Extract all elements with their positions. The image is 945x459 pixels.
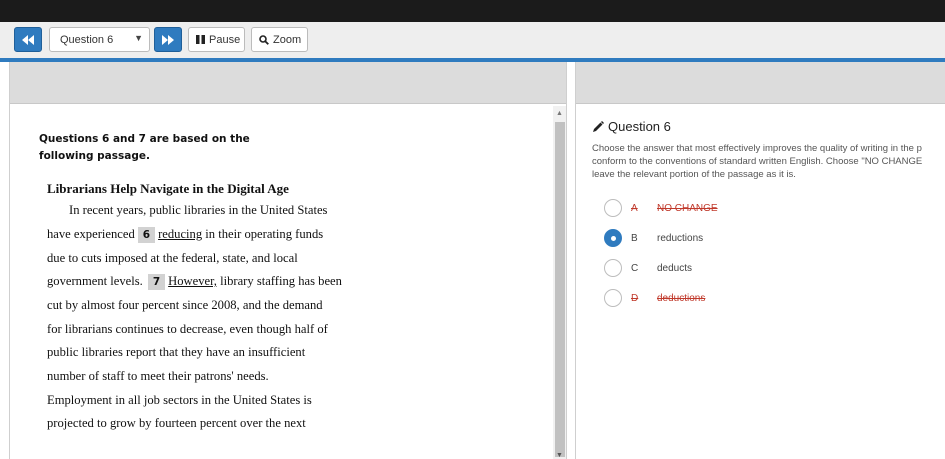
passage-title: Librarians Help Navigate in the Digital …	[47, 181, 289, 196]
option-text: deductions	[657, 292, 706, 304]
scroll-down-icon[interactable]: ▼	[556, 452, 563, 459]
passage-text: government levels.	[47, 274, 143, 288]
caret-down-icon: ▼	[134, 33, 143, 43]
next-question-button[interactable]	[154, 27, 182, 52]
option-letter: C	[631, 262, 639, 274]
option-text: reductions	[657, 232, 704, 244]
passage-text: library staffing has been	[216, 274, 342, 288]
top-bar	[0, 0, 945, 22]
question-marker-7[interactable]: 7	[147, 274, 166, 290]
question-select-value: Question 6	[60, 33, 114, 46]
answer-option-d[interactable]: D deductions	[604, 288, 705, 308]
pause-label: Pause	[209, 33, 241, 46]
passage-line: for librarians continues to decrease, ev…	[47, 322, 328, 336]
scrollbar-thumb[interactable]	[555, 122, 565, 457]
passage: Questions 6 and 7 are based on the follo…	[39, 131, 342, 430]
passage-line: projected to grow by fourteen percent ov…	[47, 416, 306, 430]
answer-option-a[interactable]: A NO CHANGE	[604, 198, 718, 218]
option-text: NO CHANGE	[657, 202, 718, 214]
option-letter: D	[631, 292, 639, 304]
answer-option-b[interactable]: B reductions	[604, 228, 703, 248]
passage-line: due to cuts imposed at the federal, stat…	[47, 251, 298, 265]
passage-line: have experienced 6 reducing in their opera…	[47, 227, 323, 243]
pause-icon	[196, 35, 205, 44]
question-pane-header	[576, 62, 945, 104]
passage-text: have experienced	[47, 227, 135, 241]
passage-pane-header	[10, 62, 566, 104]
passage-line: number of staff to meet their patrons' n…	[47, 369, 269, 383]
passage-line: government levels. 7 However, library staf…	[47, 274, 342, 290]
question-marker-6[interactable]: 6	[137, 227, 156, 243]
radio-a[interactable]	[604, 199, 622, 217]
question-prompt-line: Choose the answer that most effectively …	[592, 143, 922, 154]
rewind-icon	[22, 34, 34, 45]
question-prompt-line: leave the relevant portion of the passag…	[592, 169, 796, 180]
passage-text: in their operating funds	[202, 227, 324, 241]
passage-line: public libraries report that they have a…	[47, 345, 306, 359]
question-heading: Question 6	[592, 119, 671, 134]
option-letter: A	[631, 202, 638, 214]
zoom-label: Zoom	[273, 33, 302, 46]
option-letter: B	[631, 232, 638, 244]
search-icon	[259, 34, 269, 45]
passage-scrollbar[interactable]: ▲ ▼	[553, 106, 566, 459]
radio-b-selected[interactable]	[604, 229, 622, 247]
question-select[interactable]: Question 6 ▼	[49, 27, 150, 52]
question-prompt-line: conform to the conventions of standard w…	[592, 156, 923, 167]
passage-intro: Questions 6 and 7 are based on the follo…	[39, 133, 250, 162]
previous-question-button[interactable]	[14, 27, 42, 52]
scroll-up-icon[interactable]: ▲	[556, 110, 563, 117]
passage-line: cut by almost four percent since 2008, a…	[47, 298, 323, 312]
underlined-phrase-7[interactable]: However,	[168, 274, 217, 288]
pencil-icon	[593, 120, 604, 132]
radio-d[interactable]	[604, 289, 622, 307]
radio-c[interactable]	[604, 259, 622, 277]
passage-line: Employment in all job sectors in the Uni…	[47, 393, 312, 407]
option-text: deducts	[657, 262, 693, 274]
question-title: Question 6	[608, 119, 671, 134]
answer-option-c[interactable]: C deducts	[604, 258, 692, 278]
question-prompt: Choose the answer that most effectively …	[592, 142, 945, 181]
passage-line: In recent years, public libraries in the…	[69, 203, 328, 217]
toolbar: Question 6 ▼ Pause Zoom	[0, 22, 945, 58]
zoom-button[interactable]: Zoom	[251, 27, 308, 52]
fast-forward-icon	[162, 34, 174, 45]
underlined-phrase-6[interactable]: reducing	[158, 227, 202, 241]
pause-button[interactable]: Pause	[188, 27, 245, 52]
